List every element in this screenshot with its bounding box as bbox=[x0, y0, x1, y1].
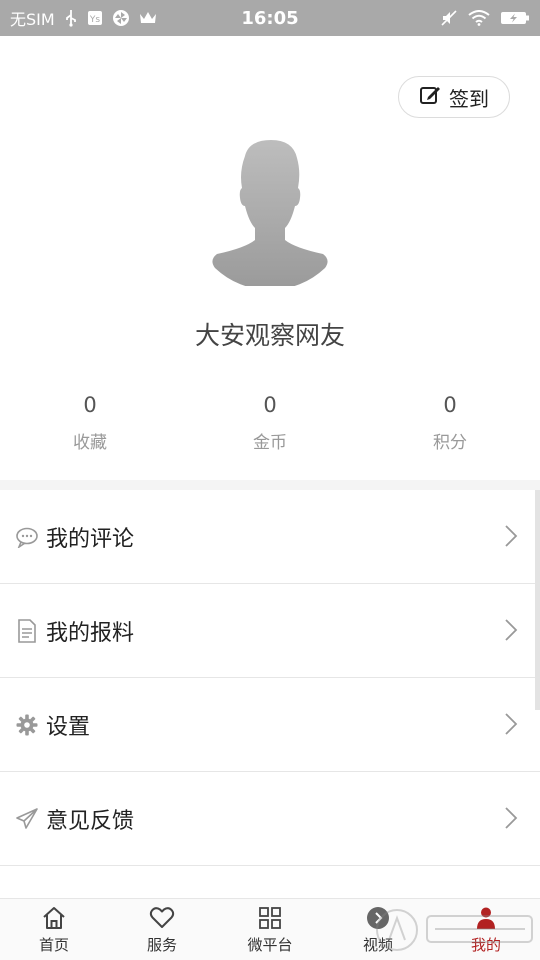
status-bar-right bbox=[440, 0, 530, 36]
battery-charging-icon bbox=[500, 10, 530, 26]
gear-icon bbox=[14, 712, 40, 738]
stat-favorites[interactable]: 0 收藏 bbox=[0, 392, 180, 462]
menu-item-my-reports[interactable]: 我的报料 bbox=[0, 584, 540, 678]
nav-item-mine[interactable]: 我的 bbox=[432, 899, 540, 960]
stat-favorites-value: 0 bbox=[83, 393, 97, 417]
heart-icon bbox=[149, 905, 175, 931]
nav-label: 服务 bbox=[146, 935, 177, 954]
stat-points[interactable]: 0 积分 bbox=[360, 392, 540, 462]
nav-label: 首页 bbox=[38, 935, 69, 954]
stats-row: 0 收藏 0 金币 0 积分 bbox=[0, 392, 540, 462]
menu-item-feedback[interactable]: 意见反馈 bbox=[0, 772, 540, 866]
chevron-right-icon bbox=[504, 524, 518, 552]
nav-label: 我的 bbox=[470, 935, 501, 954]
nav-item-video[interactable]: 视频 bbox=[324, 899, 432, 960]
edit-icon bbox=[419, 84, 441, 111]
section-divider bbox=[0, 480, 540, 490]
paper-plane-icon bbox=[14, 806, 40, 832]
profile-section: 签到 大安观察网友 0 收藏 0 金币 0 积分 bbox=[0, 36, 540, 480]
menu-item-label: 设置 bbox=[46, 714, 91, 740]
chevron-right-icon bbox=[504, 618, 518, 646]
nav-item-home[interactable]: 首页 bbox=[0, 899, 108, 960]
nav-label: 微平台 bbox=[247, 935, 293, 954]
checkin-button[interactable]: 签到 bbox=[398, 76, 510, 118]
person-icon bbox=[474, 905, 498, 931]
chevron-right-icon bbox=[504, 712, 518, 740]
scrollbar[interactable] bbox=[535, 490, 540, 710]
mute-icon bbox=[440, 9, 458, 27]
username: 大安观察网友 bbox=[194, 321, 345, 350]
nav-label: 视频 bbox=[362, 935, 393, 954]
menu-item-my-comments[interactable]: 我的评论 bbox=[0, 490, 540, 584]
status-bar: 无SIM Ys 16:05 bbox=[0, 0, 540, 36]
nav-item-services[interactable]: 服务 bbox=[108, 899, 216, 960]
menu-item-label: 意见反馈 bbox=[46, 808, 135, 834]
comment-icon bbox=[14, 524, 40, 550]
wifi-icon bbox=[468, 10, 490, 26]
menu-item-label: 我的报料 bbox=[46, 620, 135, 646]
nav-item-micro-platform[interactable]: 微平台 bbox=[216, 899, 324, 960]
stat-coins-value: 0 bbox=[263, 393, 277, 417]
checkin-label: 签到 bbox=[449, 86, 489, 111]
play-icon bbox=[366, 905, 390, 931]
home-icon bbox=[41, 905, 67, 931]
stat-points-value: 0 bbox=[443, 393, 457, 417]
bottom-nav: 首页 服务 微平台 视频 我的 bbox=[0, 898, 540, 960]
stat-favorites-label: 收藏 bbox=[73, 433, 107, 453]
chevron-right-icon bbox=[504, 806, 518, 834]
stat-coins[interactable]: 0 金币 bbox=[180, 392, 360, 462]
menu-item-label: 我的评论 bbox=[46, 526, 135, 552]
grid-icon bbox=[258, 905, 282, 931]
stat-points-label: 积分 bbox=[433, 433, 467, 453]
stat-coins-label: 金币 bbox=[253, 433, 287, 453]
document-icon bbox=[14, 618, 40, 644]
menu-list: 我的评论 我的报料 设置 意见反馈 bbox=[0, 490, 540, 866]
avatar[interactable] bbox=[205, 136, 335, 290]
menu-item-settings[interactable]: 设置 bbox=[0, 678, 540, 772]
